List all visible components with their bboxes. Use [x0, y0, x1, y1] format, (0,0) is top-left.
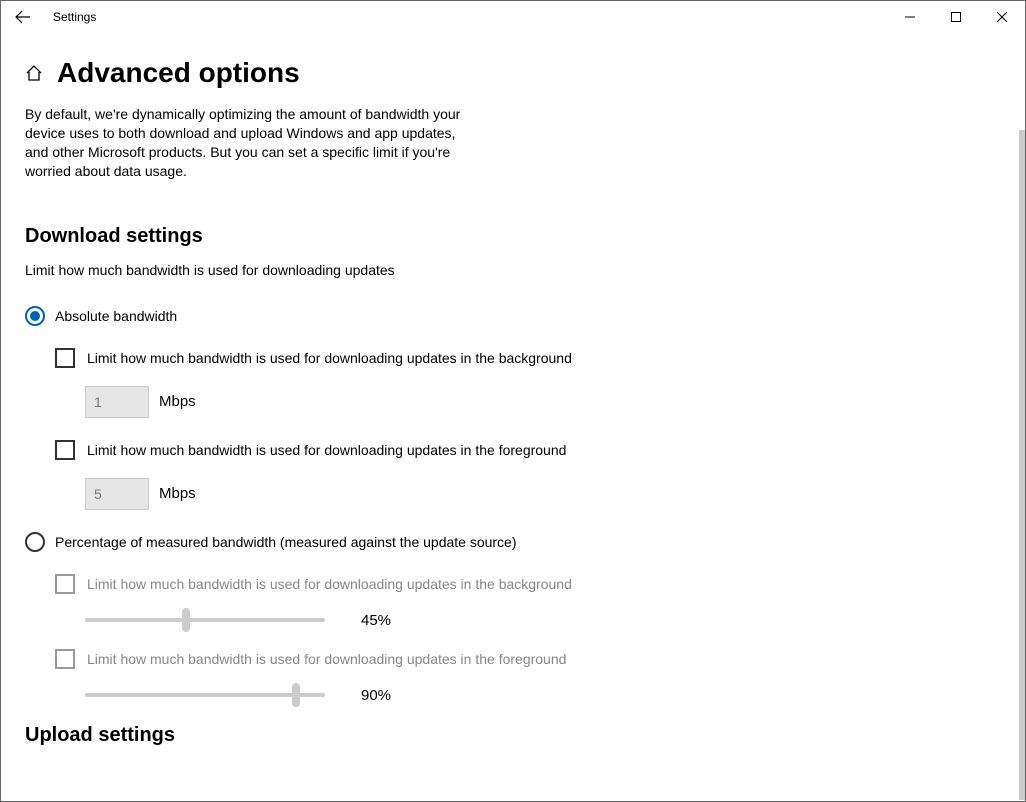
home-icon[interactable]: [25, 64, 43, 82]
maximize-icon: [951, 12, 961, 22]
checkbox-abs-foreground-label: Limit how much bandwidth is used for dow…: [87, 442, 566, 458]
page-title: Advanced options: [57, 57, 300, 89]
checkbox-pct-foreground: [55, 649, 75, 669]
radio-percentage-bandwidth[interactable]: [25, 532, 45, 552]
upload-settings-heading: Upload settings: [25, 724, 1025, 747]
checkbox-abs-background-label: Limit how much bandwidth is used for dow…: [87, 350, 572, 366]
scrollbar[interactable]: [1019, 130, 1025, 800]
minimize-button[interactable]: [887, 1, 933, 33]
unit-mbps-2: Mbps: [159, 485, 196, 502]
checkbox-pct-background: [55, 574, 75, 594]
slider-thumb-bg: [182, 608, 190, 632]
maximize-button[interactable]: [933, 1, 979, 33]
slider-pct-foreground: [85, 693, 325, 697]
slider-pct-background-value: 45%: [361, 612, 391, 629]
input-abs-background-mbps[interactable]: [85, 386, 149, 418]
window-controls: [887, 1, 1025, 33]
unit-mbps: Mbps: [159, 393, 196, 410]
back-button[interactable]: [11, 5, 35, 29]
minimize-icon: [905, 12, 915, 22]
page-description: By default, we're dynamically optimizing…: [25, 105, 475, 181]
checkbox-pct-foreground-label: Limit how much bandwidth is used for dow…: [87, 651, 566, 667]
download-subtext: Limit how much bandwidth is used for dow…: [25, 262, 1025, 278]
download-settings-heading: Download settings: [25, 225, 1025, 248]
window-title: Settings: [53, 10, 96, 24]
slider-pct-background: [85, 618, 325, 622]
close-button[interactable]: [979, 1, 1025, 33]
content-pane: Advanced options By default, we're dynam…: [1, 33, 1025, 801]
checkbox-abs-background[interactable]: [55, 348, 75, 368]
titlebar: Settings: [1, 1, 1025, 33]
back-arrow-icon: [15, 9, 31, 25]
radio-absolute-bandwidth[interactable]: [25, 306, 45, 326]
settings-window: Settings Advanced options By default, we…: [0, 0, 1026, 802]
input-abs-foreground-mbps[interactable]: [85, 478, 149, 510]
radio-absolute-label: Absolute bandwidth: [55, 308, 177, 324]
slider-thumb-fg: [292, 683, 300, 707]
close-icon: [997, 12, 1007, 22]
checkbox-pct-background-label: Limit how much bandwidth is used for dow…: [87, 576, 572, 592]
slider-pct-foreground-value: 90%: [361, 687, 391, 704]
checkbox-abs-foreground[interactable]: [55, 440, 75, 460]
radio-percentage-label: Percentage of measured bandwidth (measur…: [55, 534, 517, 550]
